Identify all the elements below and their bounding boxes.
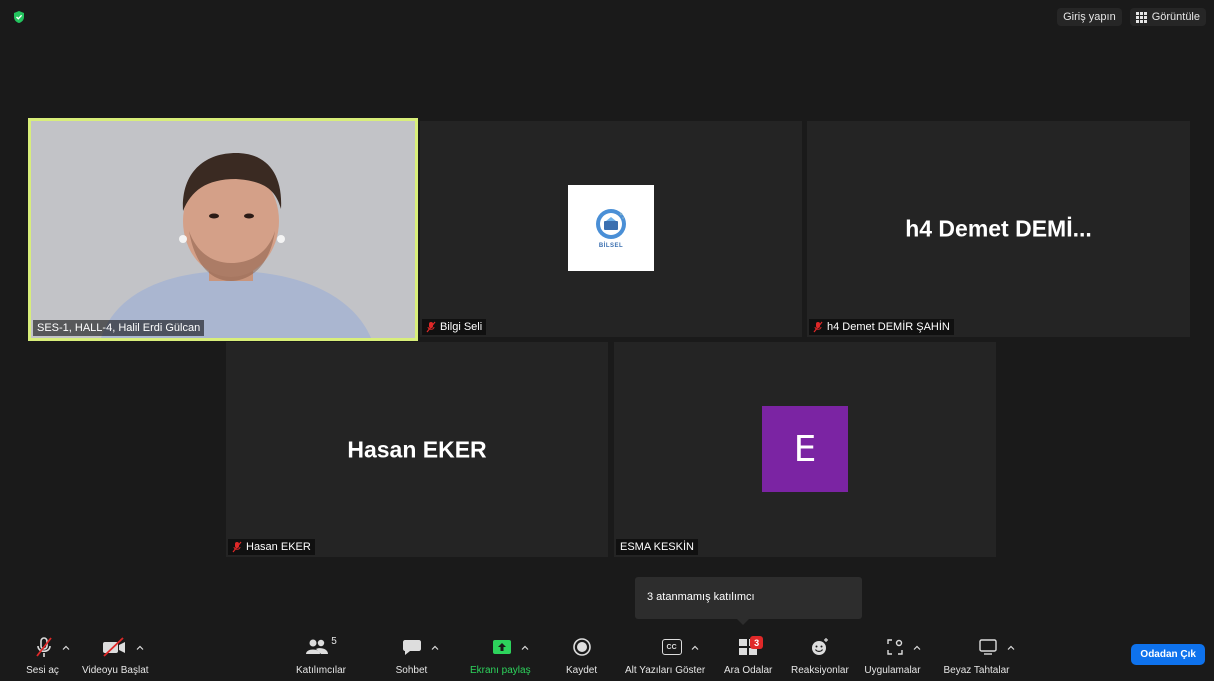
share-screen-icon: [492, 640, 511, 654]
zoom-meeting-window: Giriş yapın Görüntüle SES-1, HALL-4, Hal…: [0, 0, 1214, 681]
participant-name-tag: Hasan EKER: [228, 539, 315, 555]
mic-muted-icon: [813, 321, 823, 333]
avatar: E: [762, 406, 848, 492]
mute-label: Sesi aç: [26, 665, 59, 676]
unmute-button[interactable]: Sesi aç: [26, 634, 70, 676]
participant-name: h4 Demet DEMİR ŞAHİN: [827, 321, 950, 333]
participant-display-name: Hasan EKER: [347, 436, 487, 462]
bilsel-logo-icon: [596, 209, 626, 239]
record-icon: [572, 638, 591, 656]
breakout-rooms-button[interactable]: 3 Ara Odalar: [724, 634, 772, 676]
tooltip-text: 3 atanmamış katılımcı: [647, 591, 755, 603]
cc-icon-text: CC: [666, 643, 677, 651]
mic-off-icon: [36, 637, 52, 657]
whiteboard-icon: [979, 639, 997, 655]
video-off-icon: [102, 637, 125, 657]
unassigned-participants-tooltip: 3 atanmamış katılımcı: [635, 577, 862, 625]
share-label: Ekranı paylaş: [470, 665, 531, 676]
participant-name-tag: SES-1, HALL-4, Halil Erdi Gülcan: [33, 320, 205, 336]
video-tile-active-speaker[interactable]: SES-1, HALL-4, Halil Erdi Gülcan: [28, 118, 418, 341]
mic-muted-icon: [232, 541, 242, 553]
chat-button[interactable]: Sohbet: [396, 634, 439, 676]
participant-name-tag: ESMA KESKİN: [616, 539, 698, 555]
chevron-up-icon[interactable]: [1007, 645, 1015, 650]
whiteboard-label: Beyaz Tahtalar: [943, 665, 1010, 676]
record-button[interactable]: Kaydet: [566, 634, 597, 676]
meeting-toolbar: Sesi aç Videoyu Başlat 5 Katılımcılar So…: [0, 628, 1214, 681]
participant-video-person: [31, 121, 415, 338]
breakout-label: Ara Odalar: [724, 665, 773, 676]
cc-icon: CC: [661, 639, 682, 655]
chevron-up-icon[interactable]: [136, 645, 144, 650]
participant-name-tag: h4 Demet DEMİR ŞAHİN: [809, 319, 954, 335]
whiteboard-button[interactable]: Beyaz Tahtalar: [938, 634, 1015, 676]
chevron-up-icon[interactable]: [913, 645, 921, 650]
participants-icon: [306, 639, 329, 654]
emoji-reaction-icon: [811, 638, 828, 655]
apps-label: Uygulamalar: [864, 665, 921, 676]
participant-name: SES-1, HALL-4, Halil Erdi Gülcan: [37, 322, 201, 334]
start-video-button[interactable]: Videoyu Başlat: [82, 634, 149, 676]
mic-muted-icon: [426, 321, 436, 333]
sign-in-label: Giriş yapın: [1063, 11, 1116, 23]
participant-name: Hasan EKER: [246, 541, 311, 553]
leave-room-button[interactable]: Odadan Çık: [1131, 644, 1205, 665]
record-label: Kaydet: [566, 665, 598, 676]
view-label: Görüntüle: [1151, 11, 1200, 23]
video-tile-esma[interactable]: E ESMA KESKİN: [614, 342, 996, 557]
chevron-up-icon[interactable]: [521, 645, 529, 650]
reactions-label: Reaksiyonlar: [791, 665, 849, 676]
apps-button[interactable]: Uygulamalar: [864, 634, 921, 676]
leave-label: Odadan Çık: [1140, 649, 1196, 660]
participants-label: Katılımcılar: [296, 665, 347, 676]
reactions-button[interactable]: Reaksiyonlar: [791, 634, 849, 676]
sign-in-button[interactable]: Giriş yapın: [1057, 8, 1122, 26]
video-tile-bilgi-seli[interactable]: BİLSEL Bilgi Seli: [420, 121, 802, 337]
chat-icon: [403, 640, 421, 655]
show-captions-button[interactable]: CC Alt Yazıları Göster: [625, 634, 705, 676]
grid-view-icon: [1135, 11, 1147, 23]
top-right-controls: Giriş yapın Görüntüle: [1057, 8, 1206, 26]
video-label: Videoyu Başlat: [82, 665, 149, 676]
share-screen-button[interactable]: Ekranı paylaş: [470, 634, 531, 676]
cc-label: Alt Yazıları Göster: [625, 665, 706, 676]
participant-profile-logo: BİLSEL: [568, 185, 654, 271]
video-tile-demet[interactable]: h4 Demet DEMİ... h4 Demet DEMİR ŞAHİN: [807, 121, 1190, 337]
breakout-badge: 3: [750, 636, 764, 649]
chat-label: Sohbet: [395, 665, 428, 676]
participants-button[interactable]: 5 Katılımcılar: [296, 634, 346, 676]
chevron-up-icon[interactable]: [431, 645, 439, 650]
participant-name: ESMA KESKİN: [620, 541, 694, 553]
bilsel-logo-text: BİLSEL: [598, 243, 624, 249]
video-tile-hasan[interactable]: Hasan EKER Hasan EKER: [226, 342, 608, 557]
participant-display-name: h4 Demet DEMİ...: [905, 215, 1092, 242]
apps-icon: [887, 639, 903, 655]
participant-name: Bilgi Seli: [440, 321, 483, 333]
chevron-up-icon[interactable]: [62, 645, 70, 650]
view-button[interactable]: Görüntüle: [1129, 8, 1206, 26]
participants-count: 5: [331, 636, 337, 647]
chevron-up-icon[interactable]: [691, 645, 699, 650]
participant-name-tag: Bilgi Seli: [422, 319, 487, 335]
security-shield-icon[interactable]: [12, 10, 26, 24]
